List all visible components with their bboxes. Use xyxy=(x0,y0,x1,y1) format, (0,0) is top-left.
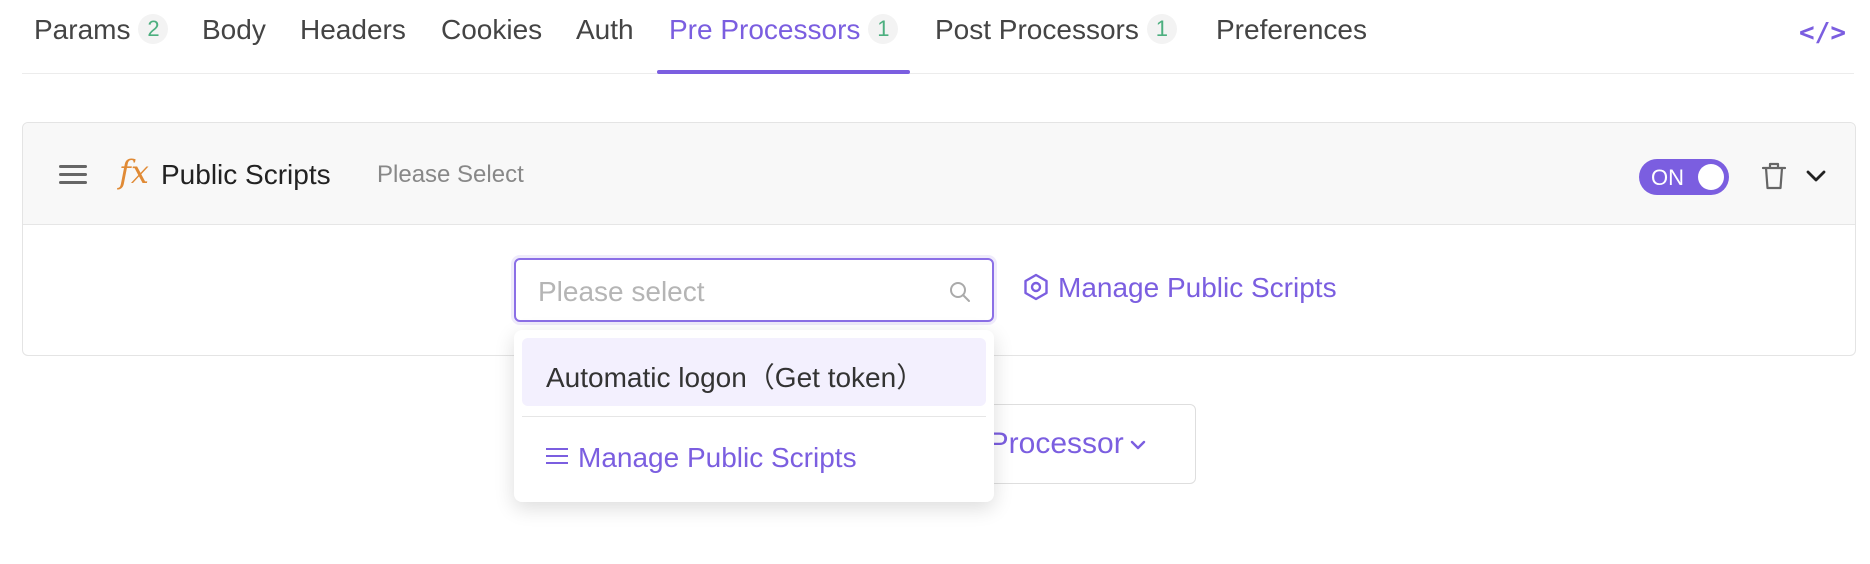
request-tab-bar: Params 2 Body Headers Cookies Auth Pre Pr… xyxy=(22,0,1854,74)
search-icon xyxy=(950,282,970,302)
fx-icon: fx xyxy=(119,153,149,191)
enable-toggle[interactable]: ON xyxy=(1639,159,1729,195)
tab-body[interactable]: Body xyxy=(202,14,266,74)
tab-label: Cookies xyxy=(441,14,543,45)
tab-label: Params xyxy=(34,14,131,45)
select-placeholder: Please select xyxy=(538,276,705,307)
tab-label: Headers xyxy=(300,14,406,45)
count-badge: 1 xyxy=(1146,14,1177,44)
tab-params[interactable]: Params 2 xyxy=(34,14,169,74)
tab-cookies[interactable]: Cookies xyxy=(441,14,542,74)
dropdown-manage-scripts[interactable]: Manage Public Scripts xyxy=(546,442,857,474)
dropdown-manage-label: Manage Public Scripts xyxy=(578,442,857,473)
script-dropdown: Automatic logon（Get token） Manage Public… xyxy=(514,330,994,502)
manage-link-label: Manage Public Scripts xyxy=(1058,272,1337,303)
count-badge: 2 xyxy=(138,14,169,44)
chevron-down-icon xyxy=(1130,440,1145,450)
processor-subtitle: Please Select xyxy=(377,161,524,188)
manage-public-scripts-link[interactable]: Manage Public Scripts xyxy=(1022,272,1337,304)
processor-title: Public Scripts xyxy=(161,159,331,190)
chevron-down-icon[interactable] xyxy=(1805,165,1827,187)
tab-label: Pre Processors xyxy=(669,14,861,45)
tab-preferences[interactable]: Preferences xyxy=(1216,14,1367,74)
tab-headers[interactable]: Headers xyxy=(300,14,406,74)
option-label: Automatic logon（Get token） xyxy=(546,362,925,393)
divider xyxy=(522,416,986,417)
tab-label: Auth xyxy=(576,14,634,45)
drag-handle-icon[interactable] xyxy=(59,165,87,185)
public-script-select[interactable]: Please select xyxy=(514,258,994,322)
tab-post-processors[interactable]: Post Processors 1 xyxy=(935,14,1177,74)
tab-label: Preferences xyxy=(1216,14,1367,45)
count-badge: 1 xyxy=(868,14,899,44)
list-icon xyxy=(546,448,568,466)
tab-pre-processors[interactable]: Pre Processors 1 xyxy=(656,14,911,74)
dropdown-option[interactable]: Automatic logon（Get token） xyxy=(522,338,986,406)
tab-label: Body xyxy=(202,14,266,45)
toggle-label: ON xyxy=(1651,165,1684,190)
code-icon[interactable]: </> xyxy=(1799,18,1846,48)
tab-auth[interactable]: Auth xyxy=(576,14,634,74)
trash-icon[interactable] xyxy=(1761,161,1787,191)
tab-label: Post Processors xyxy=(935,14,1139,45)
toggle-knob xyxy=(1698,164,1724,190)
processor-header: fx Public Scripts Please Select ON xyxy=(23,123,1855,225)
hexagon-settings-icon xyxy=(1024,273,1048,301)
